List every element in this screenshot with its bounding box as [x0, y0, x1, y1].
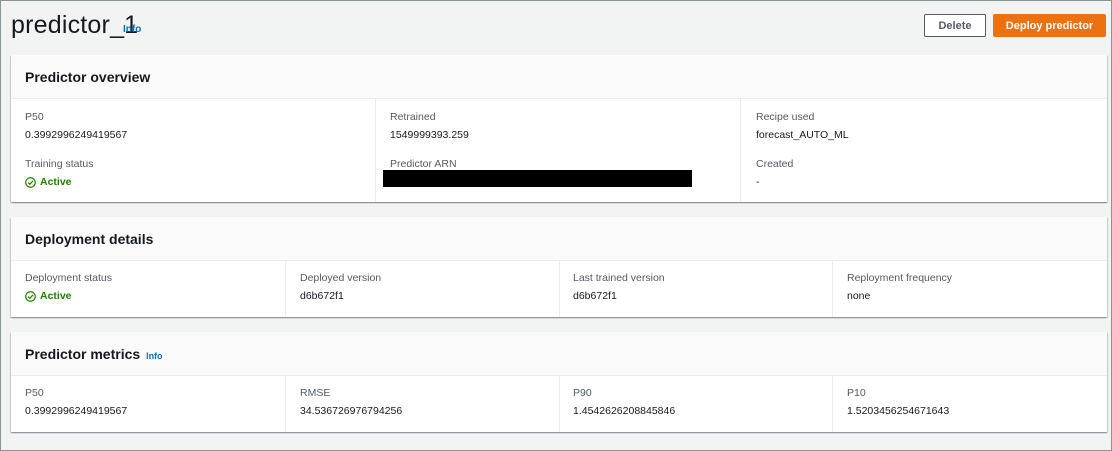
p50-value: 0.3992996249419567 — [25, 129, 128, 141]
metric-rmse-value: 34.536726976794256 — [300, 405, 403, 417]
predictor-overview-panel: Predictor overview P50 0.399299624941956… — [11, 55, 1107, 202]
redeployment-frequency-label: Reployment frequency — [847, 272, 953, 284]
success-check-icon — [25, 176, 36, 188]
predictor-metrics-heading: Predictor metrics Info — [11, 332, 1107, 376]
metric-p90-value: 1.4542626208845846 — [573, 405, 676, 417]
page-header: predictor_1 Info Delete Deploy predictor — [1, 1, 1111, 51]
predictor-arn-label: Predictor ARN — [390, 158, 457, 170]
recipe-used-value: forecast_AUTO_ML — [756, 129, 849, 141]
recipe-used-label: Recipe used — [756, 111, 815, 123]
deployment-status-text: Active — [40, 290, 72, 302]
overview-column-2: Retrained 1549999393.259 Predictor ARN — [375, 99, 740, 202]
deployment-details-heading: Deployment details — [11, 217, 1107, 261]
last-trained-version-label: Last trained version — [573, 272, 665, 284]
metric-p90-label: P90 — [573, 387, 592, 399]
deploy-predictor-button[interactable]: Deploy predictor — [993, 14, 1106, 37]
deployment-status-label: Deployment status — [25, 272, 112, 284]
page-title: predictor_1 — [11, 11, 139, 39]
predictor-metrics-title: Predictor metrics — [25, 346, 141, 362]
overview-column-3: Recipe used forecast_AUTO_ML Created - — [740, 99, 1107, 202]
created-label: Created — [756, 158, 794, 170]
deployed-version-value: d6b672f1 — [300, 290, 344, 302]
predictor-arn-redacted — [383, 170, 692, 187]
metric-rmse-label: RMSE — [300, 387, 331, 399]
deployment-status-value: Active — [25, 290, 72, 302]
training-status-text: Active — [40, 176, 72, 188]
deployed-version-label: Deployed version — [300, 272, 382, 284]
metrics-info-link[interactable]: Info — [146, 351, 163, 361]
success-check-icon — [25, 290, 36, 302]
created-value: - — [756, 176, 760, 188]
deployment-column-1: Deployment status Active — [11, 261, 285, 317]
deployment-column-3: Last trained version d6b672f1 — [559, 261, 832, 317]
metrics-column-3: P90 1.4542626208845846 — [559, 376, 832, 432]
metric-p10-value: 1.5203456254671643 — [847, 405, 950, 417]
metric-p50-value: 0.3992996249419567 — [25, 405, 128, 417]
training-status-label: Training status — [25, 158, 94, 170]
deployment-details-body: Deployment status Active Deployed versio… — [11, 261, 1107, 317]
deployment-details-panel: Deployment details Deployment status Act… — [11, 217, 1107, 317]
retrained-value: 1549999393.259 — [390, 129, 469, 141]
metric-p10-label: P10 — [847, 387, 866, 399]
redeployment-frequency-value: none — [847, 290, 871, 302]
predictor-overview-body: P50 0.3992996249419567 Training status A… — [11, 99, 1107, 202]
deployment-column-4: Reployment frequency none — [832, 261, 1107, 317]
deployment-column-2: Deployed version d6b672f1 — [285, 261, 559, 317]
retrained-label: Retrained — [390, 111, 436, 123]
title-info-link[interactable]: Info — [123, 24, 141, 35]
delete-button[interactable]: Delete — [924, 14, 986, 37]
metrics-column-4: P10 1.5203456254671643 — [832, 376, 1107, 432]
last-trained-version-value: d6b672f1 — [573, 290, 617, 302]
metrics-column-2: RMSE 34.536726976794256 — [285, 376, 559, 432]
predictor-overview-heading: Predictor overview — [11, 55, 1107, 99]
metric-p50-label: P50 — [25, 387, 44, 399]
predictor-metrics-body: P50 0.3992996249419567 RMSE 34.536726976… — [11, 376, 1107, 432]
metrics-column-1: P50 0.3992996249419567 — [11, 376, 285, 432]
overview-column-1: P50 0.3992996249419567 Training status A… — [11, 99, 375, 202]
training-status-value: Active — [25, 176, 72, 188]
p50-label: P50 — [25, 111, 44, 123]
predictor-metrics-panel: Predictor metrics Info P50 0.39929962494… — [11, 332, 1107, 432]
